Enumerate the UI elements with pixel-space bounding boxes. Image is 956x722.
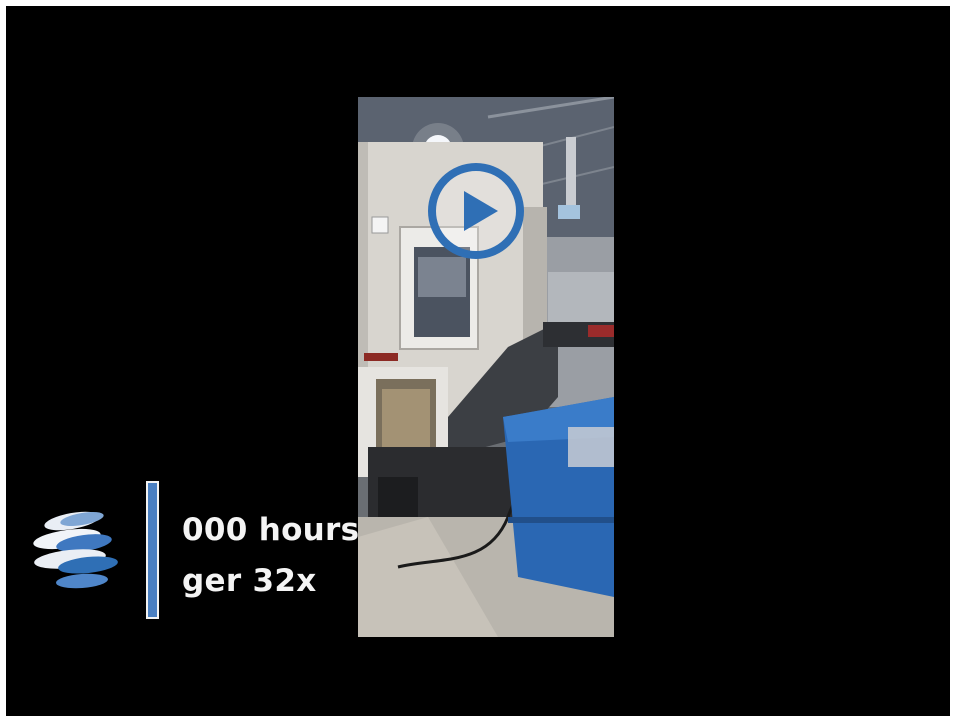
- play-icon: [428, 163, 524, 259]
- video-player[interactable]: 000 hours ger 32x: [6, 6, 950, 716]
- globe-logo-icon: [22, 501, 132, 601]
- overlay-divider-bar: [146, 481, 159, 619]
- overlay-caption-line-2: ger 32x: [182, 563, 317, 599]
- play-button[interactable]: [426, 161, 526, 261]
- overlay-caption-line-1: 000 hours: [182, 512, 360, 548]
